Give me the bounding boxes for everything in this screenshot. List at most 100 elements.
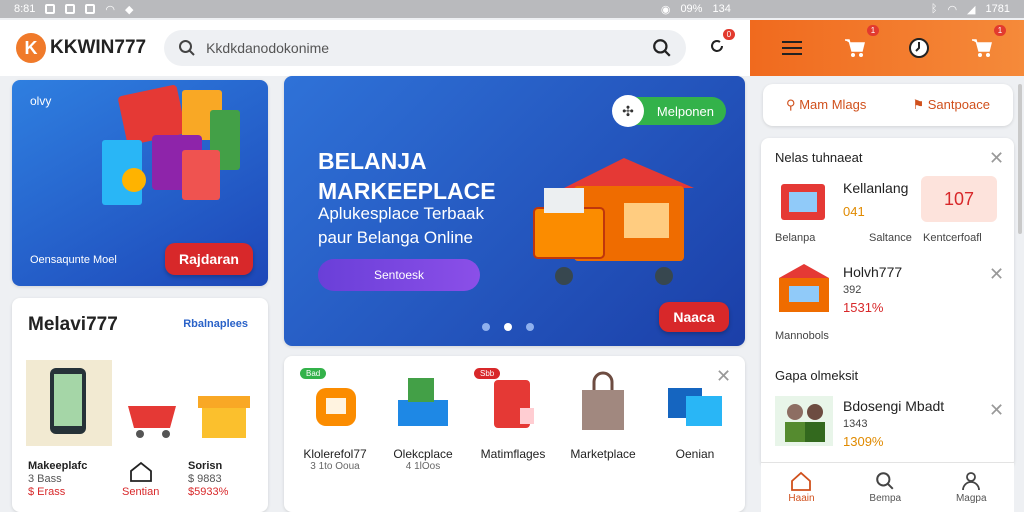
hamburger-icon xyxy=(781,41,802,55)
nav-home[interactable]: Haain xyxy=(788,471,815,504)
notification-button[interactable]: 0 xyxy=(708,28,736,60)
banner-title: BELANJA MARKEEPLACE xyxy=(318,148,496,204)
logo-icon: K xyxy=(16,33,46,63)
app-icon xyxy=(65,4,76,14)
storage-box-icon xyxy=(398,378,448,426)
cart-icon xyxy=(972,39,993,57)
search-icon xyxy=(876,472,894,490)
list-item[interactable]: Sentian xyxy=(122,460,159,499)
clock-button[interactable] xyxy=(904,33,934,63)
home-icon xyxy=(129,461,152,482)
row-pct: 1531% xyxy=(843,300,884,315)
shopping-bags-illustration xyxy=(102,85,240,205)
sparkle-icon: ✣ xyxy=(612,95,644,127)
promo-tag: olvy xyxy=(30,94,52,108)
notification-panel: Nelas tuhnaeat ✕ Kellanlang 041 107 Bela… xyxy=(761,138,1014,468)
promo-caption: Oensaqunte Moel xyxy=(30,254,117,266)
cart-button[interactable]: 1 xyxy=(840,25,880,63)
status-signal: 134 xyxy=(712,3,731,15)
shopping-bag-icon xyxy=(582,371,624,430)
row-value: 1343 xyxy=(843,418,868,430)
brand-name: KKWIN777 xyxy=(50,37,147,58)
search-input[interactable] xyxy=(206,40,643,56)
brand-logo[interactable]: K KKWIN777 xyxy=(16,33,146,63)
featured-card: Melavi777 Rbalnaplees Makeeplafc 3 Bass … xyxy=(12,298,268,512)
row-value: 392 xyxy=(843,284,862,296)
featured-link[interactable]: Rbalnaplees xyxy=(183,318,248,330)
app-header: K KKWIN777 0 xyxy=(0,20,750,76)
carousel-dot[interactable] xyxy=(504,323,512,331)
cart-badge: 1 xyxy=(993,25,1007,36)
product-item[interactable]: Matimflages xyxy=(468,370,558,461)
banner-cta-button[interactable]: Sentoesk xyxy=(318,259,480,291)
filter-store[interactable]: ⚑ Santpoace xyxy=(912,97,989,113)
row-tile[interactable]: 107 xyxy=(921,176,997,222)
cart-button-2[interactable]: 1 xyxy=(967,25,1007,63)
carousel-dot[interactable] xyxy=(526,323,534,331)
search-submit-icon[interactable] xyxy=(652,38,672,58)
wifi-icon: ◠ xyxy=(947,3,958,16)
row-label: Kentcerfoafl xyxy=(923,232,982,244)
product-item[interactable]: Oenian xyxy=(650,370,740,461)
app-icon xyxy=(85,4,96,14)
filter-search[interactable]: ⚲ Mam Mlags xyxy=(786,97,866,113)
list-item[interactable]: Makeeplafc 3 Bass $ Erass xyxy=(28,460,87,499)
flag-icon: ⚑ xyxy=(912,97,925,112)
bluetooth-icon: ᛒ xyxy=(930,3,938,15)
banner-pill-button[interactable]: ✣ Melponen xyxy=(612,95,726,127)
status-time: 8:81 xyxy=(14,3,36,15)
container-icon xyxy=(668,388,722,426)
row-label: Belanpa xyxy=(775,232,816,244)
row-title: Holvh777 xyxy=(843,264,903,280)
cart-badge: 1 xyxy=(866,25,880,36)
gift-box-icon xyxy=(198,396,250,438)
basket-icon xyxy=(128,406,176,438)
promo-card[interactable]: olvy Oensaqunte Moel Rajdaran xyxy=(12,80,268,286)
android-icon: ◆ xyxy=(125,3,134,16)
banner-corner-button[interactable]: Naaca xyxy=(659,302,729,332)
featured-title: Melavi777 xyxy=(28,314,118,335)
menu-button[interactable] xyxy=(777,33,807,63)
list-item[interactable]: Sorisn $ 9883 $5933% xyxy=(188,460,228,499)
user-icon xyxy=(962,472,981,491)
section-title: Gapa olmeksit xyxy=(775,368,859,383)
phone-illustration xyxy=(26,360,112,446)
nav-search[interactable]: Bempa xyxy=(869,471,901,504)
header-actions: 1 1 xyxy=(750,20,1024,76)
filter-bar: ⚲ Mam Mlags ⚑ Santpoace xyxy=(763,84,1013,126)
row-label: Mannobols xyxy=(775,330,829,342)
nav-profile[interactable]: Magpa xyxy=(956,471,987,504)
row-pct: 1309% xyxy=(843,434,884,449)
luggage-icon xyxy=(494,380,534,428)
product-item[interactable]: Klolerefol77 3 1to Ooua xyxy=(290,370,380,472)
carousel-dots xyxy=(482,323,534,331)
status-bar: 8:81 ◠ ◆ ◉ 09% 134 ᛒ ◠ ◢ 1781 xyxy=(0,0,1024,18)
cart-illustration xyxy=(533,158,694,285)
close-icon[interactable]: ✕ xyxy=(989,400,1004,421)
app-icon xyxy=(45,4,56,14)
home-icon xyxy=(791,471,812,491)
product-item[interactable]: Olekcplace 4 1lOos xyxy=(378,370,468,472)
product-grid: Bad Sbb ✕ Klolerefol77 3 1to Ooua Olekcp… xyxy=(284,356,745,512)
section-title: Nelas tuhnaeat xyxy=(775,150,863,165)
product-item[interactable]: Marketplace xyxy=(558,370,648,461)
hero-banner[interactable]: BELANJA MARKEEPLACE Aplukesplace Terbaak… xyxy=(284,76,745,346)
search-bar[interactable] xyxy=(164,30,687,66)
search-icon: ⚲ xyxy=(786,97,796,112)
sound-icon: ◉ xyxy=(660,3,671,16)
search-icon xyxy=(179,40,195,56)
row-title: Kellanlang xyxy=(843,180,909,196)
cart-icon xyxy=(845,39,866,57)
notification-badge: 0 xyxy=(722,28,736,40)
row-title: Bdosengi Mbadt xyxy=(843,398,945,414)
close-icon[interactable]: ✕ xyxy=(989,148,1004,169)
status-time-right: 1781 xyxy=(985,3,1010,15)
bottom-navigation: Haain Bempa Magpa xyxy=(761,462,1014,512)
people-avatar-icon xyxy=(775,396,833,446)
carousel-dot[interactable] xyxy=(482,323,490,331)
row-label: Saltance xyxy=(869,232,912,244)
scrollbar[interactable] xyxy=(1018,84,1022,234)
shop-stand-icon xyxy=(779,264,829,312)
promo-button[interactable]: Rajdaran xyxy=(165,243,253,275)
close-icon[interactable]: ✕ xyxy=(989,264,1004,285)
